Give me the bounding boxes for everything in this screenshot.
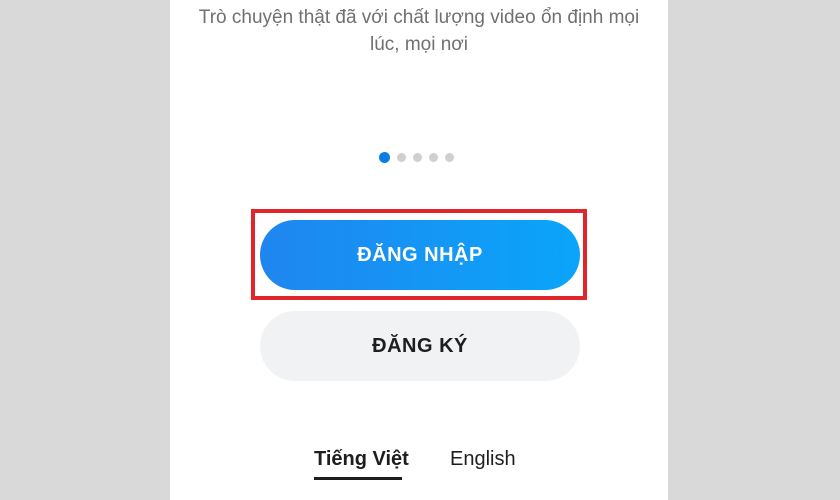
page-indicator [379,151,454,163]
language-label-english: English [450,448,516,470]
page-dot-4[interactable] [429,152,438,162]
selected-language-underline [314,477,402,480]
page-dot-3[interactable] [413,152,422,162]
language-option-english[interactable]: English [450,448,516,482]
onboarding-tagline: Trò chuyện thật đã với chất lượng video … [198,7,640,55]
page-dot-1[interactable] [379,151,390,163]
language-option-vietnamese[interactable]: Tiếng Việt [314,448,409,482]
right-backdrop [668,0,840,500]
login-button[interactable]: ĐĂNG NHẬP [260,220,580,290]
page-dot-5[interactable] [445,152,454,162]
onboarding-screen: Trò chuyện thật đã với chất lượng video … [170,0,668,500]
left-backdrop [0,0,170,500]
page-dot-2[interactable] [397,152,406,162]
language-label-vietnamese: Tiếng Việt [314,448,409,470]
signup-button[interactable]: ĐĂNG KÝ [260,311,580,381]
